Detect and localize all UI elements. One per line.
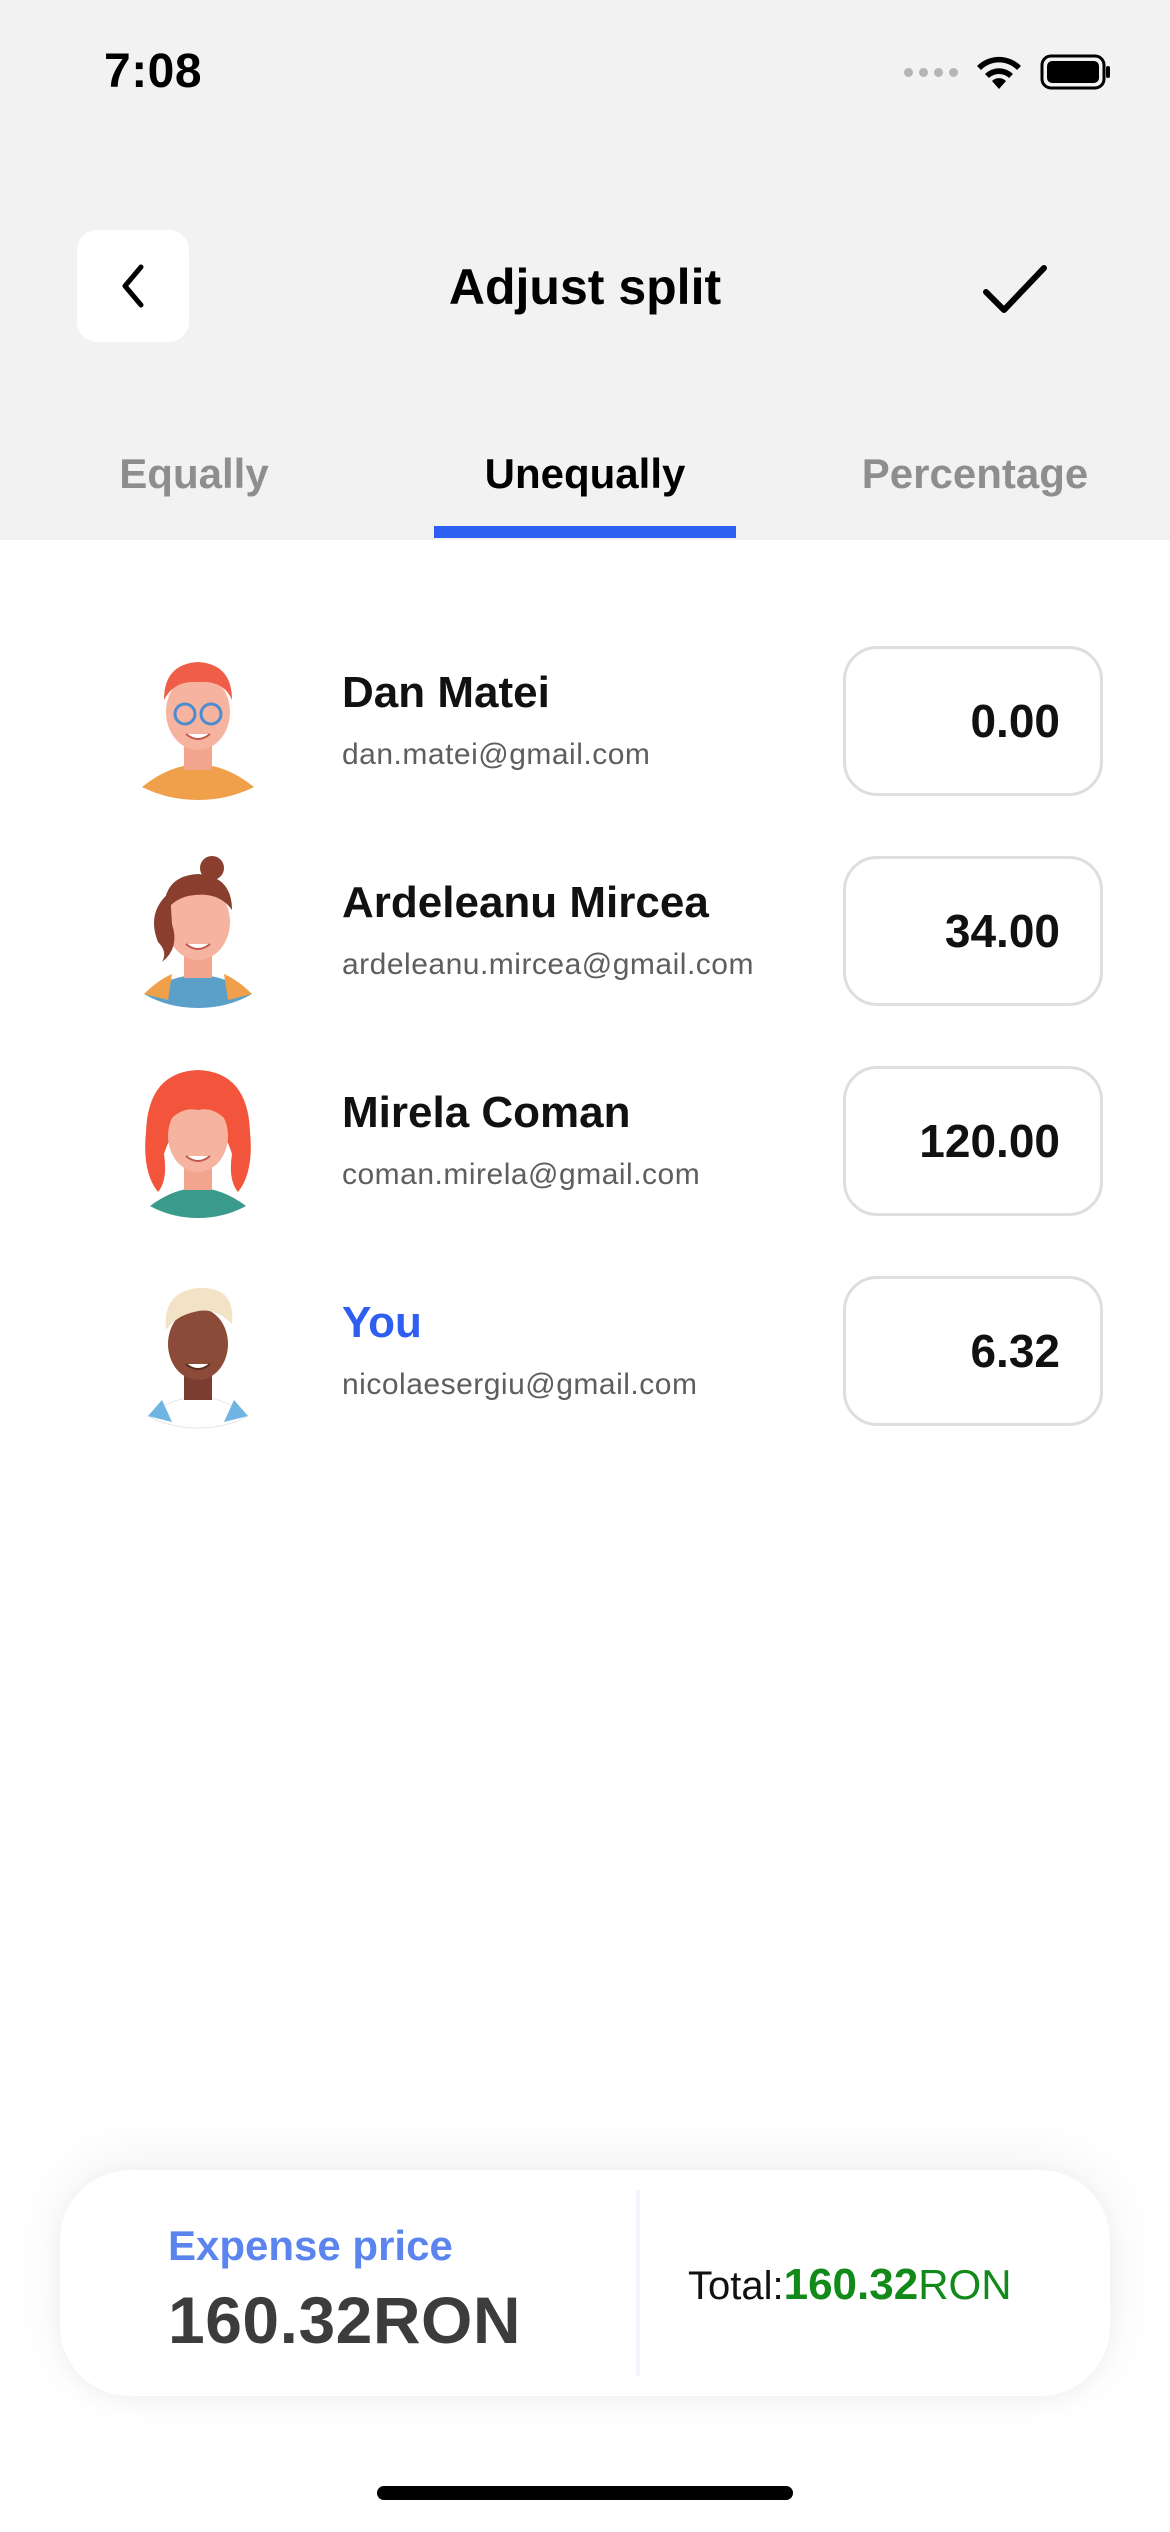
active-tab-indicator [434,526,736,538]
status-icons [904,52,1112,92]
avatar [142,662,254,800]
participant-email: dan.matei@gmail.com [342,738,651,771]
split-mode-tabs: Equally Unequally Percentage [0,440,1170,540]
summary-card: Expense price 160.32RON Total:160.32RON [60,2170,1110,2396]
wifi-icon [974,53,1024,91]
tab-unequally[interactable]: Unequally [435,450,735,498]
avatar [147,1287,249,1429]
expense-price-value: 160.32RON [168,2283,522,2357]
amount-input[interactable]: 0.00 [843,646,1103,796]
participant-email: nicolaesergiu@gmail.com [342,1368,698,1401]
amount-input[interactable]: 120.00 [843,1066,1103,1216]
divider [636,2190,640,2376]
participant-email: coman.mirela@gmail.com [342,1158,701,1191]
participant-name: Mirela Coman [342,1088,631,1137]
total-currency: RON [918,2261,1012,2308]
status-time: 7:08 [104,45,203,98]
tab-percentage[interactable]: Percentage [825,450,1125,498]
participant-name-you: You [342,1298,422,1347]
confirm-button[interactable] [975,250,1055,330]
total-label: Total: [688,2264,784,2308]
amount-input[interactable]: 6.32 [843,1276,1103,1426]
avatar [144,856,252,1008]
total-summary: Total:160.32RON [688,2260,1012,2310]
adjust-split-screen: 7:08 Adjust split Equally Unequally Perc… [0,0,1170,2532]
total-amount: 160.32 [783,2260,919,2309]
checkmark-icon [983,265,1047,313]
avatar [145,1070,251,1218]
participant-name: Dan Matei [342,668,550,717]
participant-row: Ardeleanu Mircea ardeleanu.mircea@gmail.… [0,852,1170,1052]
participant-row: Mirela Coman coman.mirela@gmail.com 120.… [0,1062,1170,1262]
participant-row: You nicolaesergiu@gmail.com 6.32 [0,1272,1170,1472]
expense-price-label: Expense price [168,2222,453,2269]
battery-icon [1040,54,1112,90]
cellular-signal-icon [904,67,958,77]
home-indicator[interactable] [377,2486,793,2500]
tab-equally[interactable]: Equally [44,450,344,498]
participant-row: Dan Matei dan.matei@gmail.com 0.00 [0,642,1170,842]
participant-email: ardeleanu.mircea@gmail.com [342,948,754,981]
header-area: 7:08 Adjust split Equally Unequally Perc… [0,0,1170,540]
amount-input[interactable]: 34.00 [843,856,1103,1006]
participant-name: Ardeleanu Mircea [342,878,709,927]
